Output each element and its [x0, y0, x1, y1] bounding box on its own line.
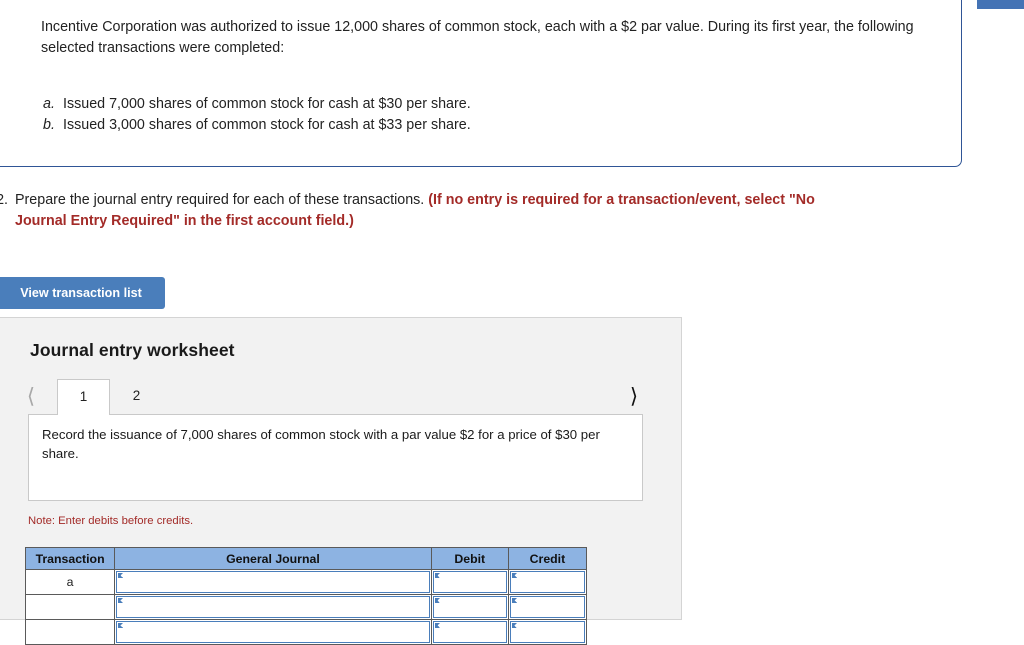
transaction-item-b: b. Issued 3,000 shares of common stock f… — [41, 115, 921, 136]
row-2-credit-input[interactable] — [509, 596, 585, 618]
transaction-list: a. Issued 7,000 shares of common stock f… — [41, 94, 921, 136]
transaction-item-a-text: Issued 7,000 shares of common stock for … — [63, 96, 471, 112]
row-3-debit-input[interactable] — [432, 621, 507, 643]
column-header-general-journal: General Journal — [114, 547, 432, 570]
requirement-emphasis-line2: Journal Entry Required" in the first acc… — [15, 213, 354, 229]
question-statement-content: Incentive Corporation was authorized to … — [41, 17, 921, 136]
column-header-transaction: Transaction — [24, 547, 116, 570]
top-bar-fragment — [977, 0, 1024, 9]
requirement-instruction: 2. Prepare the journal entry required for… — [0, 190, 922, 232]
row-3-general-journal-cell[interactable] — [114, 619, 432, 645]
row-3-debit-cell[interactable] — [430, 619, 509, 645]
worksheet-tab-2[interactable]: 2 — [110, 379, 163, 415]
row-1-transaction-label: a — [24, 569, 116, 595]
row-2-credit-cell[interactable] — [507, 594, 588, 620]
row-1-general-journal-cell[interactable] — [114, 569, 432, 595]
row-2-debit-cell[interactable] — [430, 594, 509, 620]
transaction-item-b-marker: b. — [43, 117, 55, 133]
row-1-credit-input[interactable] — [509, 571, 585, 593]
row-2-transaction-label — [24, 594, 116, 620]
requirement-number: 2. — [0, 192, 8, 208]
journal-entry-worksheet-panel: Journal entry worksheet ⟨ 1 2 ⟩ Record t… — [0, 317, 682, 645]
transaction-item-b-text: Issued 3,000 shares of common stock for … — [63, 117, 471, 133]
chevron-left-icon[interactable]: ⟨ — [20, 384, 42, 410]
row-2-debit-input[interactable] — [432, 596, 507, 618]
table-row — [24, 594, 588, 620]
row-3-general-journal-input[interactable] — [116, 621, 430, 643]
row-1-credit-cell[interactable] — [507, 569, 588, 595]
requirement-text: Prepare the journal entry required for e… — [15, 192, 425, 208]
row-1-debit-cell[interactable] — [430, 569, 509, 595]
row-3-credit-input[interactable] — [509, 621, 585, 643]
table-row: a — [24, 569, 588, 595]
row-2-general-journal-input[interactable] — [116, 596, 430, 618]
requirement-emphasis-line1: (If no entry is required for a transacti… — [428, 192, 815, 208]
question-statement-box: Incentive Corporation was authorized to … — [0, 0, 962, 167]
journal-table-header-row: Transaction General Journal Debit Credit — [24, 547, 588, 570]
question-statement-text: Incentive Corporation was authorized to … — [41, 19, 914, 56]
transaction-item-a-marker: a. — [43, 96, 55, 112]
worksheet-title: Journal entry worksheet — [30, 340, 235, 360]
view-transaction-list-button[interactable]: View transaction list — [0, 277, 165, 309]
column-header-debit: Debit — [430, 547, 509, 570]
debits-before-credits-note: Note: Enter debits before credits. — [28, 515, 194, 527]
worksheet-tab-1[interactable]: 1 — [57, 379, 110, 415]
transaction-item-a: a. Issued 7,000 shares of common stock f… — [41, 94, 921, 115]
journal-entry-table: Transaction General Journal Debit Credit… — [24, 547, 588, 645]
worksheet-tab-strip: ⟨ 1 2 ⟩ — [20, 378, 645, 415]
row-1-general-journal-input[interactable] — [116, 571, 430, 593]
column-header-credit: Credit — [507, 547, 588, 570]
row-3-transaction-label — [24, 619, 116, 645]
chevron-right-icon[interactable]: ⟩ — [623, 384, 645, 410]
row-3-credit-cell[interactable] — [507, 619, 588, 645]
row-2-general-journal-cell[interactable] — [114, 594, 432, 620]
record-prompt-text: Record the issuance of 7,000 shares of c… — [42, 427, 600, 461]
table-row — [24, 619, 588, 645]
record-prompt-box: Record the issuance of 7,000 shares of c… — [28, 414, 643, 501]
row-1-debit-input[interactable] — [432, 571, 507, 593]
